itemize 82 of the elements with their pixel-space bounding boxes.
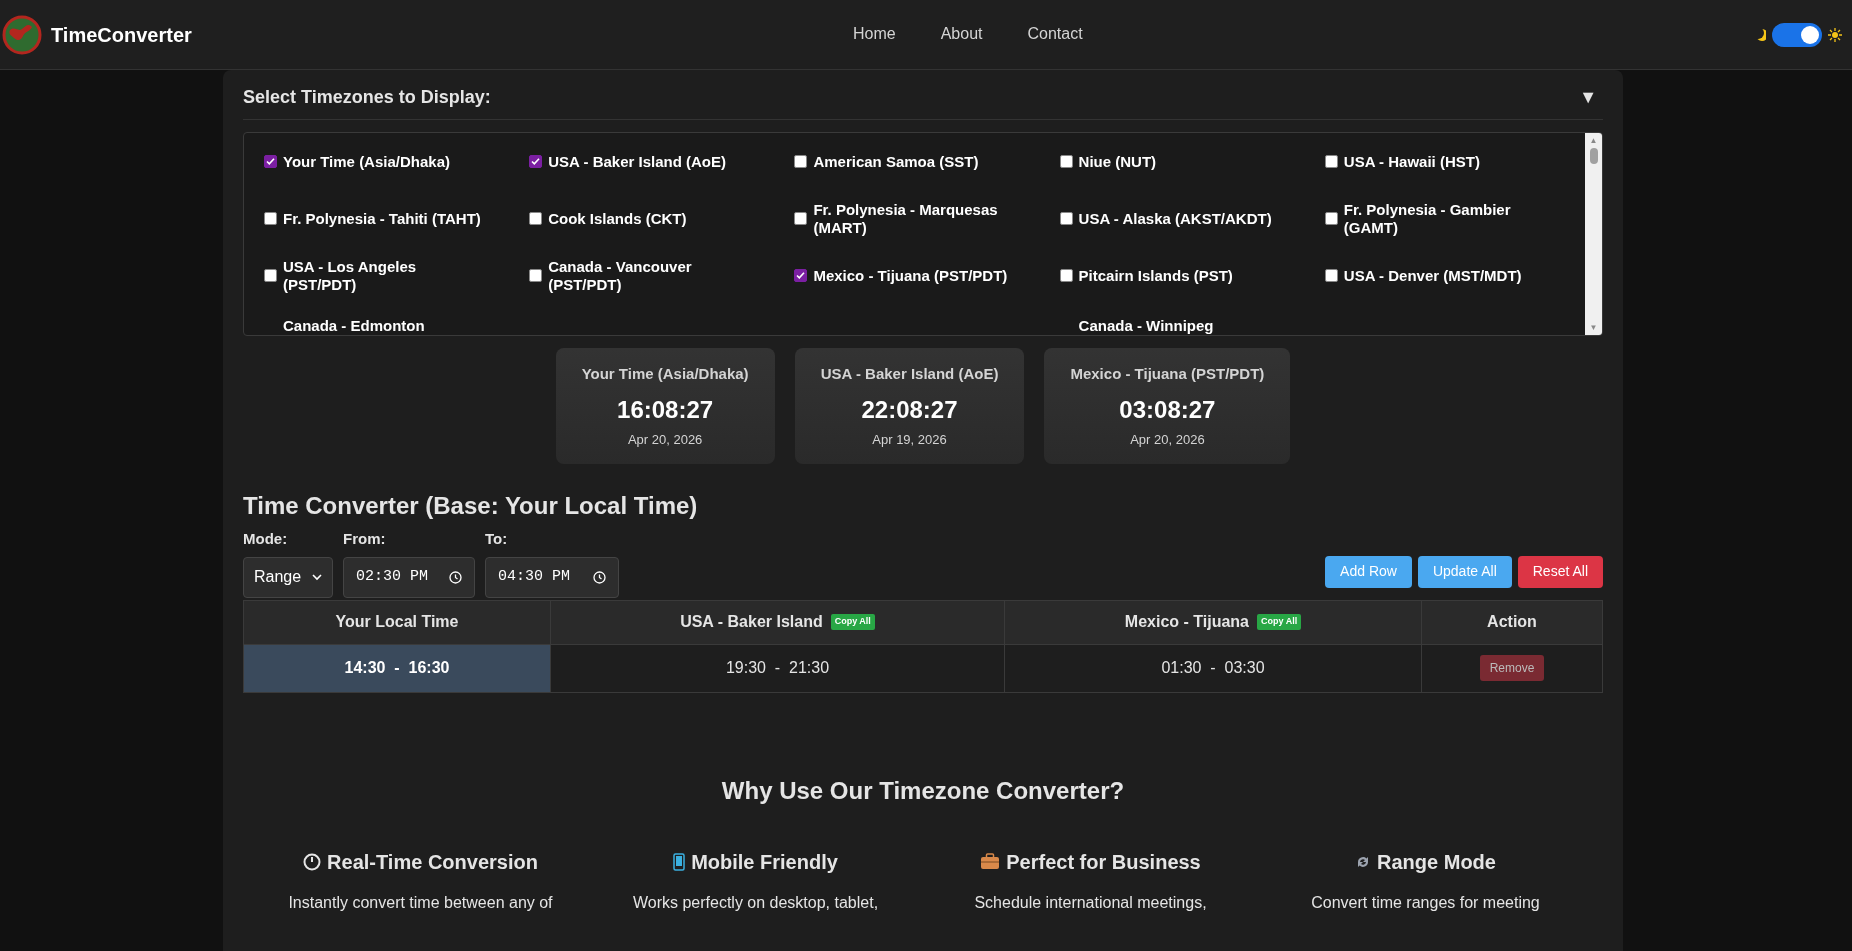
collapse-toggle[interactable]: ▼ [1579, 84, 1597, 111]
timezone-label: USA - Denver (MST/MDT) [1343, 266, 1522, 285]
timezone-checkbox[interactable] [1324, 155, 1338, 168]
timezone-checkbox[interactable] [794, 212, 808, 225]
timezone-checkbox[interactable] [794, 269, 808, 282]
clock-date: Apr 20, 2026 [1130, 430, 1205, 449]
phone-icon [673, 852, 686, 871]
column-header: USA - Baker Island [680, 612, 823, 632]
nav-link[interactable]: Home [853, 22, 896, 46]
timezone-label: USA - Hawaii (HST) [1343, 152, 1480, 171]
feature-description: Schedule international meetings, [974, 892, 1207, 913]
time-range-cell: 14:30 - 16:30 [243, 644, 551, 692]
feature-description: Works perfectly on desktop, tablet, [632, 892, 879, 913]
timezone-label: American Samoa (SST) [813, 152, 979, 171]
field-label: Mode: [243, 529, 289, 549]
timezone-checkbox[interactable] [529, 155, 543, 168]
timezone-checkbox[interactable] [529, 212, 543, 225]
feature-description: Convert time ranges for meeting [1311, 892, 1540, 913]
timezone-checkbox[interactable] [264, 269, 277, 282]
nav-link[interactable]: About [940, 22, 983, 46]
clock-label: USA - Baker Island (AoE) [820, 364, 999, 384]
timezone-label: USA - Alaska (AKST/AKDT) [1078, 209, 1272, 228]
feature-title: Real-Time Conversion [327, 849, 538, 875]
clock-date: Apr 19, 2026 [872, 430, 947, 449]
timezone-label: Fr. Polynesia - Gambier (GAMT) [1343, 200, 1512, 237]
clock-icon [593, 570, 606, 584]
timezone-label: Canada - Vancouver (PST/PDT) [548, 257, 693, 294]
timezone-label: Mexico - Tijuana (PST/PDT) [813, 266, 1008, 285]
action-button[interactable]: Reset All [1517, 555, 1603, 588]
timezone-label: Pitcairn Islands (PST) [1078, 266, 1233, 285]
time-range-cell: 19:30 - 21:30 [550, 644, 1005, 692]
feature-title: Range Mode [1377, 849, 1496, 875]
timezone-checkbox[interactable] [529, 269, 543, 282]
field-label: To: [485, 529, 509, 549]
chevron-down-icon [312, 573, 322, 581]
time-range-cell: 01:30 - 03:30 [1004, 644, 1422, 692]
timezone-label: Canada - Edmonton [283, 317, 425, 334]
column-header: Action [1487, 612, 1537, 632]
brand-name[interactable]: TimeConverter [51, 19, 192, 50]
timezone-checkbox[interactable] [1059, 269, 1073, 282]
column-header: Mexico - Tijuana [1124, 612, 1249, 632]
timezone-label: Niue (NUT) [1078, 152, 1157, 171]
timezone-label: USA - Los Angeles (PST/PDT) [283, 257, 418, 294]
clock-time: 22:08:27 [861, 394, 958, 425]
timezone-checkbox[interactable] [1059, 212, 1073, 225]
timezone-checkbox[interactable] [1324, 212, 1338, 225]
clock-label: Mexico - Tijuana (PST/PDT) [1070, 364, 1265, 384]
features-title: Why Use Our Timezone Converter? [720, 775, 1126, 806]
timezone-label: Canada - Winnipeg [1078, 317, 1214, 334]
timezone-label: Cook Islands (CKT) [548, 209, 687, 228]
briefcase-icon [980, 853, 1001, 870]
timezone-label: USA - Baker Island (AoE) [548, 152, 726, 171]
timezone-label: Fr. Polynesia - Tahiti (TAHT) [283, 209, 481, 228]
converter-title: Time Converter (Base: Your Local Time) [243, 491, 699, 521]
clock-time: 03:08:27 [1119, 394, 1216, 425]
timezone-label: Fr. Polynesia - Marquesas (MART) [813, 200, 999, 237]
time-input[interactable]: 02:30 PM [343, 556, 475, 598]
timezone-checkbox[interactable] [794, 155, 808, 168]
timezone-checkbox[interactable] [264, 155, 277, 168]
field-label: From: [343, 529, 387, 549]
section-title: Select Timezones to Display: [243, 86, 491, 109]
feature-description: Instantly convert time between any of [288, 892, 553, 913]
timezone-checkbox[interactable] [264, 212, 277, 225]
timezone-checkbox[interactable] [1324, 269, 1338, 282]
timezone-checkbox[interactable] [1059, 155, 1073, 168]
sun-icon [1828, 27, 1842, 42]
column-header: Your Local Time [335, 612, 459, 632]
clock-label: Your Time (Asia/Dhaka) [581, 364, 749, 384]
theme-toggle[interactable] [1772, 22, 1822, 47]
mode-select[interactable]: Range [243, 556, 333, 598]
timezone-label: Your Time (Asia/Dhaka) [283, 152, 450, 171]
time-input[interactable]: 04:30 PM [485, 556, 619, 598]
remove-button[interactable]: Remove [1479, 655, 1545, 681]
clock-icon [449, 570, 462, 584]
clock-icon [303, 852, 322, 871]
feature-title: Mobile Friendly [691, 849, 838, 875]
scroll-thumb[interactable] [1589, 148, 1598, 164]
nav-link[interactable]: Contact [1027, 22, 1083, 46]
clock-time: 16:08:27 [617, 394, 714, 425]
feature-title: Perfect for Business [1006, 849, 1201, 875]
clock-date: Apr 20, 2026 [627, 430, 703, 449]
globe-logo-icon [2, 14, 42, 55]
